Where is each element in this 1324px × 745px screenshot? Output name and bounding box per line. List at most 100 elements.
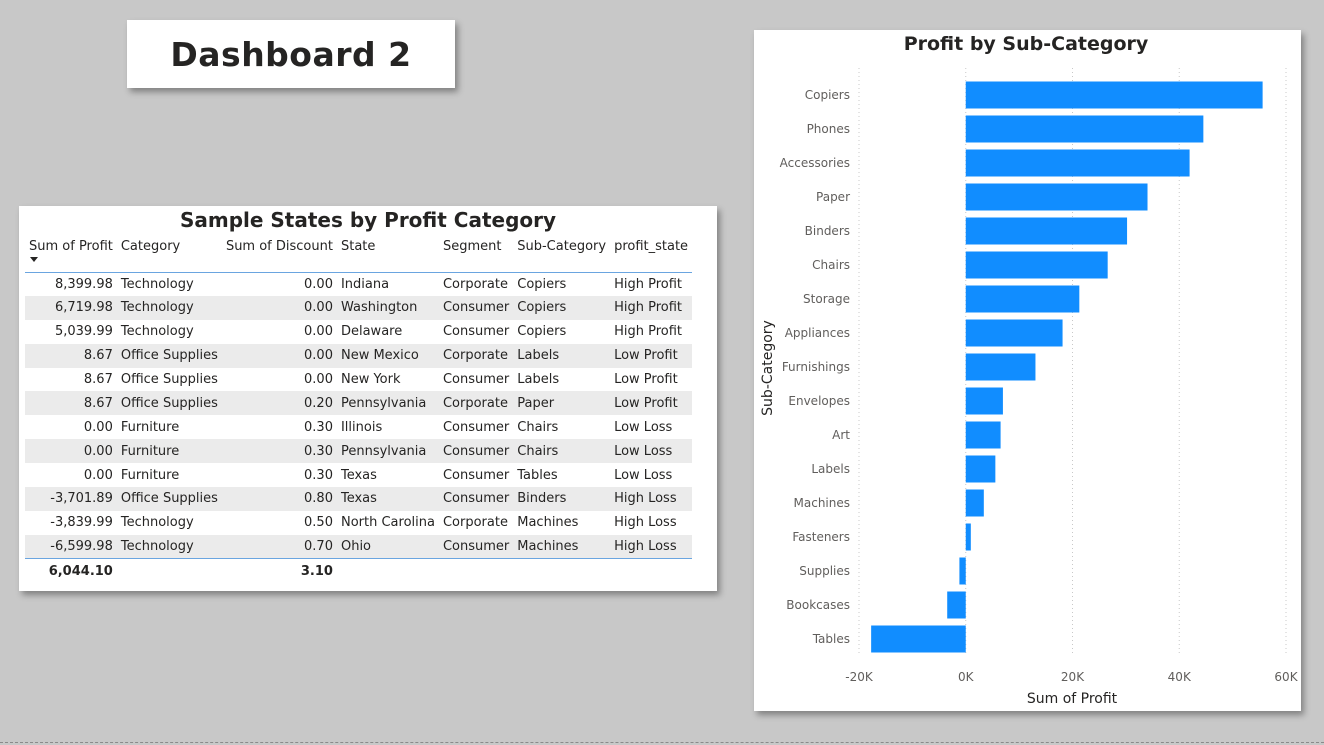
column-header-sub-category[interactable]: Sub-Category [513, 236, 611, 273]
table-row[interactable]: 0.00 Furniture 0.30 Texas Consumer Tables Low … [25, 463, 692, 487]
bar-bookcases[interactable] [947, 591, 966, 619]
table-row[interactable]: 8.67 Office Supplies 0.00 New Mexico Corpora… [25, 343, 693, 368]
table-row[interactable]: -3,839.99 Technology 0.50 North Carolina Cor… [25, 511, 692, 535]
chart-title: Profit by Sub-Category [904, 33, 1149, 55]
bar-furnishings[interactable] [965, 353, 1036, 381]
column-header-profit-state[interactable]: profit_state [610, 236, 693, 273]
cell-sum-of-profit: 8.67 [83, 372, 113, 387]
bar-storage[interactable] [965, 285, 1080, 313]
cell-segment: Corporate [442, 276, 508, 292]
profit-table-visual[interactable]: Sample States by Profit Category Sum of … [19, 206, 717, 591]
category-label: Chairs [812, 258, 850, 272]
sort-descending-icon[interactable] [30, 257, 38, 262]
cell-segment: Consumer [438, 439, 514, 464]
cell-sum-of-discount: 0.30 [304, 467, 333, 483]
table-row[interactable]: 8.67 Office Supplies 0.00 New York Consumer L… [25, 368, 692, 392]
bar-chart: Profit by Sub-Category Copiers Phones Acce… [760, 33, 1299, 707]
x-axis-title: Sum of Profit [1027, 691, 1118, 707]
table-row[interactable]: 8,399.98 Technology 0.00 Indiana Corporate Co… [25, 272, 692, 296]
cell-sum-of-profit: 0.00 [25, 439, 117, 464]
cell-segment: Consumer [438, 295, 514, 320]
table-total-row: 6,044.10 3.10 [25, 559, 692, 585]
cell-profit-state: Low Profit [610, 343, 693, 368]
total-category [117, 559, 222, 585]
bar-appliances[interactable] [965, 319, 1063, 347]
bar-accessories[interactable] [965, 149, 1190, 177]
cell-segment: Corporate [438, 391, 514, 416]
bar-machines[interactable] [965, 489, 984, 517]
cell-state: Washington [336, 295, 439, 320]
total-segment [439, 559, 513, 585]
cell-sub-category: Machines [513, 534, 611, 560]
category-labels: Copiers Phones Accessories Paper Binders Chai… [780, 88, 851, 646]
bar-binders[interactable] [965, 217, 1128, 245]
cell-sub-category: Chairs [517, 419, 559, 435]
cell-sub-category: Binders [513, 487, 611, 511]
table-row[interactable]: 0.00 Furniture 0.30 Pennsylvania Consumer Cha… [25, 439, 693, 464]
bar-labels[interactable] [965, 455, 996, 483]
cell-state: Ohio [336, 534, 439, 560]
cell-segment: Consumer [438, 534, 514, 560]
cell-sum-of-profit: 8.67 [25, 343, 117, 368]
cell-sum-of-profit: 8,399.98 [54, 276, 113, 292]
column-header-segment[interactable]: Segment [438, 236, 514, 273]
x-tick-label: 20K [1061, 670, 1085, 684]
category-label: Appliances [785, 326, 850, 340]
bar-supplies[interactable] [959, 557, 966, 585]
bar-phones[interactable] [965, 115, 1204, 143]
cell-state: Pennsylvania [336, 391, 439, 416]
cell-sub-category: Copiers [517, 276, 567, 292]
cell-state: Illinois [340, 419, 383, 435]
bar-copiers[interactable] [965, 81, 1263, 109]
cell-profit-state: High Loss [614, 515, 677, 531]
table-row[interactable]: -6,599.98 Technology 0.70 Ohio Consumer Machi… [25, 534, 693, 560]
category-label: Accessories [780, 156, 850, 170]
cell-sub-category: Labels [517, 372, 560, 387]
total-sum-of-discount: 3.10 [300, 564, 333, 580]
table-row[interactable]: -3,701.89 Office Supplies 0.80 Texas Consume… [25, 487, 693, 511]
table-row[interactable]: 8.67 Office Supplies 0.20 Pennsylvania Corpo… [25, 391, 693, 416]
table-title: Sample States by Profit Category [179, 208, 557, 232]
cell-sub-category: Tables [517, 467, 558, 483]
column-header-sum-of-discount[interactable]: Sum of Discount [221, 236, 337, 273]
cell-segment: Consumer [438, 487, 514, 511]
table-row[interactable]: 6,719.98 Technology 0.00 Washington Consumer… [25, 295, 693, 320]
bar-chairs[interactable] [965, 251, 1108, 279]
cell-sum-of-discount: 0.00 [221, 343, 337, 368]
category-label: Storage [803, 292, 850, 306]
category-label: Phones [807, 122, 850, 136]
cell-sub-category: Machines [517, 515, 579, 531]
cell-profit-state: High Profit [614, 276, 682, 292]
category-label: Furnishings [782, 360, 850, 374]
cell-profit-state: High Loss [610, 487, 693, 511]
cell-sub-category: Copiers [517, 324, 567, 340]
cell-sum-of-profit: 5,039.99 [54, 324, 113, 340]
column-header-sum-of-profit[interactable]: Sum of Profit [25, 236, 117, 273]
column-header-category[interactable]: Category [116, 236, 222, 273]
bar-fasteners[interactable] [965, 523, 971, 551]
column-header-state[interactable]: State [336, 236, 439, 273]
table-row[interactable]: 0.00 Furniture 0.30 Illinois Consumer Chairs L… [25, 415, 692, 439]
cell-sub-category: Paper [513, 391, 611, 416]
cell-category: Technology [120, 324, 194, 340]
category-label: Paper [816, 190, 850, 204]
canvas-bottom-divider [0, 742, 1324, 743]
bar-envelopes[interactable] [965, 387, 1003, 415]
cell-state: Indiana [340, 276, 390, 292]
cell-profit-state: Low Loss [610, 439, 693, 464]
cell-profit-state: Low Profit [614, 372, 678, 387]
cell-sum-of-discount: 0.70 [221, 534, 337, 560]
bar-tables[interactable] [871, 625, 966, 653]
cell-state: New York [340, 372, 401, 387]
cell-category: Technology [116, 295, 222, 320]
category-label: Binders [805, 224, 850, 238]
bar-paper[interactable] [965, 183, 1148, 211]
cell-sum-of-profit: -6,599.98 [25, 534, 117, 560]
bar-art[interactable] [965, 421, 1001, 449]
cell-category: Office Supplies [116, 391, 222, 416]
cell-state: Texas [340, 467, 377, 483]
profit-by-subcategory-visual[interactable]: Profit by Sub-Category Copiers Phones Acce… [754, 30, 1301, 711]
category-label: Supplies [799, 564, 850, 578]
cell-sum-of-discount: 0.00 [304, 276, 333, 292]
table-row[interactable]: 5,039.99 Technology 0.00 Delaware Consumer Co… [25, 320, 692, 344]
